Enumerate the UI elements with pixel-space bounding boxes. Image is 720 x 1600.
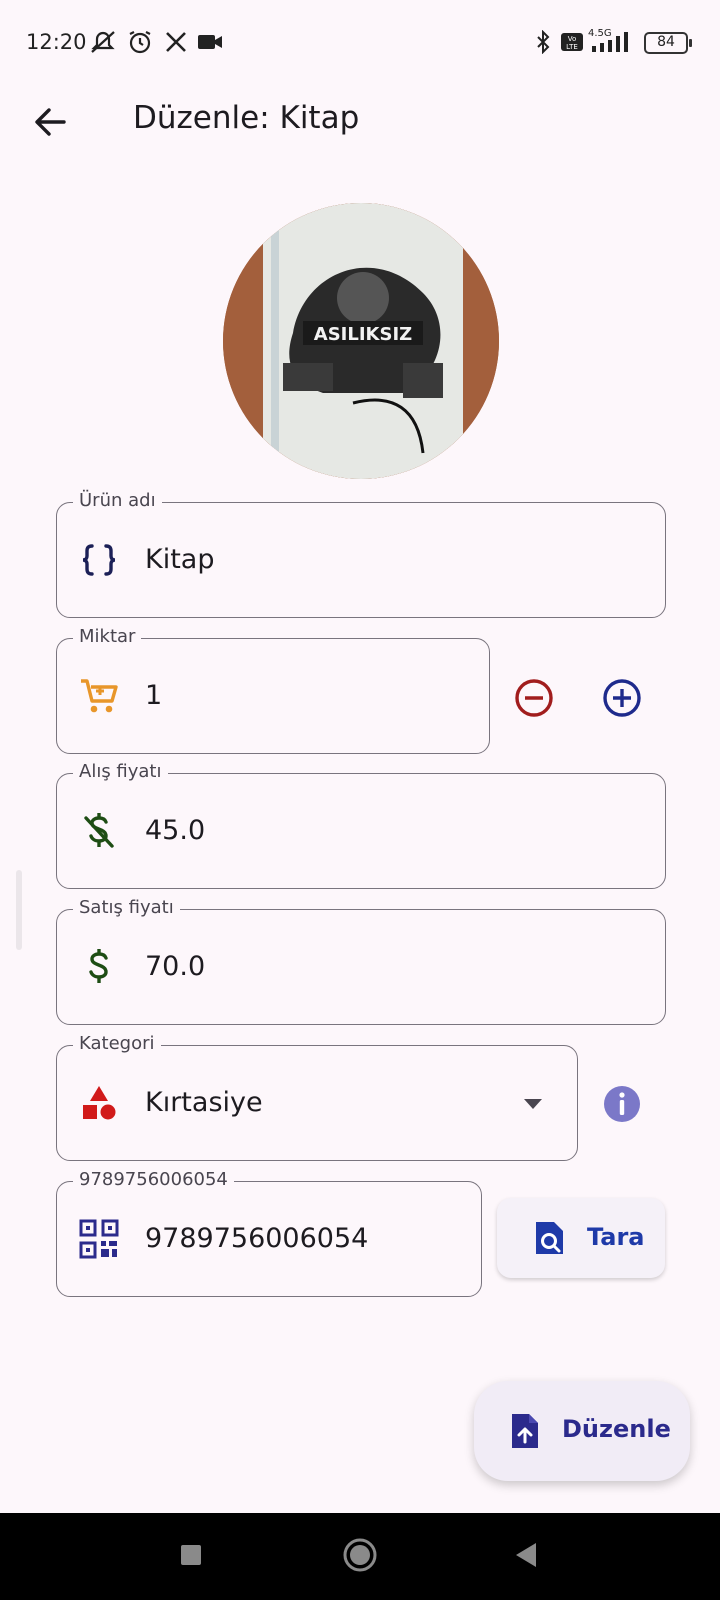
scan-button[interactable]: Tara [497, 1198, 665, 1278]
volte-icon: Vo LTE [561, 33, 583, 51]
cart-icon [81, 679, 118, 713]
qr-code-icon [79, 1219, 119, 1259]
shapes-icon [83, 1086, 116, 1120]
quantity-label: Miktar [73, 626, 142, 648]
battery-icon: 84 [644, 32, 692, 54]
dollar-icon [89, 949, 108, 983]
app-bar: Düzenle: Kitap [0, 88, 720, 152]
mute-notifications-icon [91, 31, 115, 53]
sale-price-value[interactable]: 70.0 [145, 951, 205, 982]
quantity-field[interactable]: Miktar 1 [56, 626, 490, 754]
system-nav-bar [0, 1513, 720, 1600]
document-search-icon [536, 1222, 563, 1254]
edit-fab-label: Düzenle [562, 1415, 671, 1443]
scan-button-label: Tara [587, 1223, 645, 1251]
purchase-price-label: Alış fiyatı [73, 761, 168, 783]
svg-text:ASILIKSIZ: ASILIKSIZ [314, 324, 412, 345]
arrow-left-icon[interactable] [30, 102, 70, 142]
category-dropdown[interactable]: Kategori Kırtasiye [56, 1033, 578, 1161]
page-title: Düzenle: Kitap [133, 100, 360, 136]
x-app-icon [166, 32, 186, 52]
svg-text:LTE: LTE [566, 43, 578, 51]
back-nav-icon[interactable] [514, 1541, 538, 1569]
barcode-field[interactable]: 9789756006054 9789756006054 [56, 1169, 482, 1297]
signal-icon [592, 32, 628, 52]
home-icon[interactable] [342, 1537, 378, 1573]
sale-price-label: Satış fiyatı [73, 897, 180, 919]
sale-price-field[interactable]: Satış fiyatı 70.0 [56, 897, 666, 1025]
edit-fab[interactable]: Düzenle [474, 1381, 690, 1481]
info-icon[interactable] [600, 1082, 644, 1126]
bluetooth-icon [537, 30, 550, 54]
dollar-off-icon [84, 813, 114, 848]
product-name-field[interactable]: Ürün adı Kitap [56, 490, 666, 618]
video-camera-icon [198, 35, 222, 49]
braces-icon [82, 544, 116, 576]
category-label: Kategori [73, 1033, 161, 1055]
category-value[interactable]: Kırtasiye [145, 1087, 263, 1118]
barcode-value[interactable]: 9789756006054 [145, 1223, 368, 1254]
recents-icon[interactable] [179, 1543, 203, 1567]
edge-handle [16, 870, 22, 950]
status-bar: 12:20 Vo LTE 4.5G 84 [0, 0, 720, 88]
purchase-price-field[interactable]: Alış fiyatı 45.0 [56, 761, 666, 889]
product-image[interactable]: ASILIKSIZ [223, 203, 499, 479]
file-upload-icon [512, 1414, 538, 1448]
status-time: 12:20 [26, 30, 87, 54]
svg-text:Vo: Vo [568, 35, 577, 43]
minus-circle-icon[interactable] [512, 676, 556, 720]
chevron-down-icon[interactable] [523, 1098, 543, 1110]
purchase-price-value[interactable]: 45.0 [145, 815, 205, 846]
barcode-label: 9789756006054 [73, 1169, 234, 1191]
product-name-label: Ürün adı [73, 490, 162, 512]
plus-circle-icon[interactable] [600, 676, 644, 720]
book-cover-photo: ASILIKSIZ [223, 203, 499, 479]
product-name-value[interactable]: Kitap [145, 544, 214, 575]
quantity-value[interactable]: 1 [145, 680, 162, 711]
alarm-icon [129, 31, 151, 54]
